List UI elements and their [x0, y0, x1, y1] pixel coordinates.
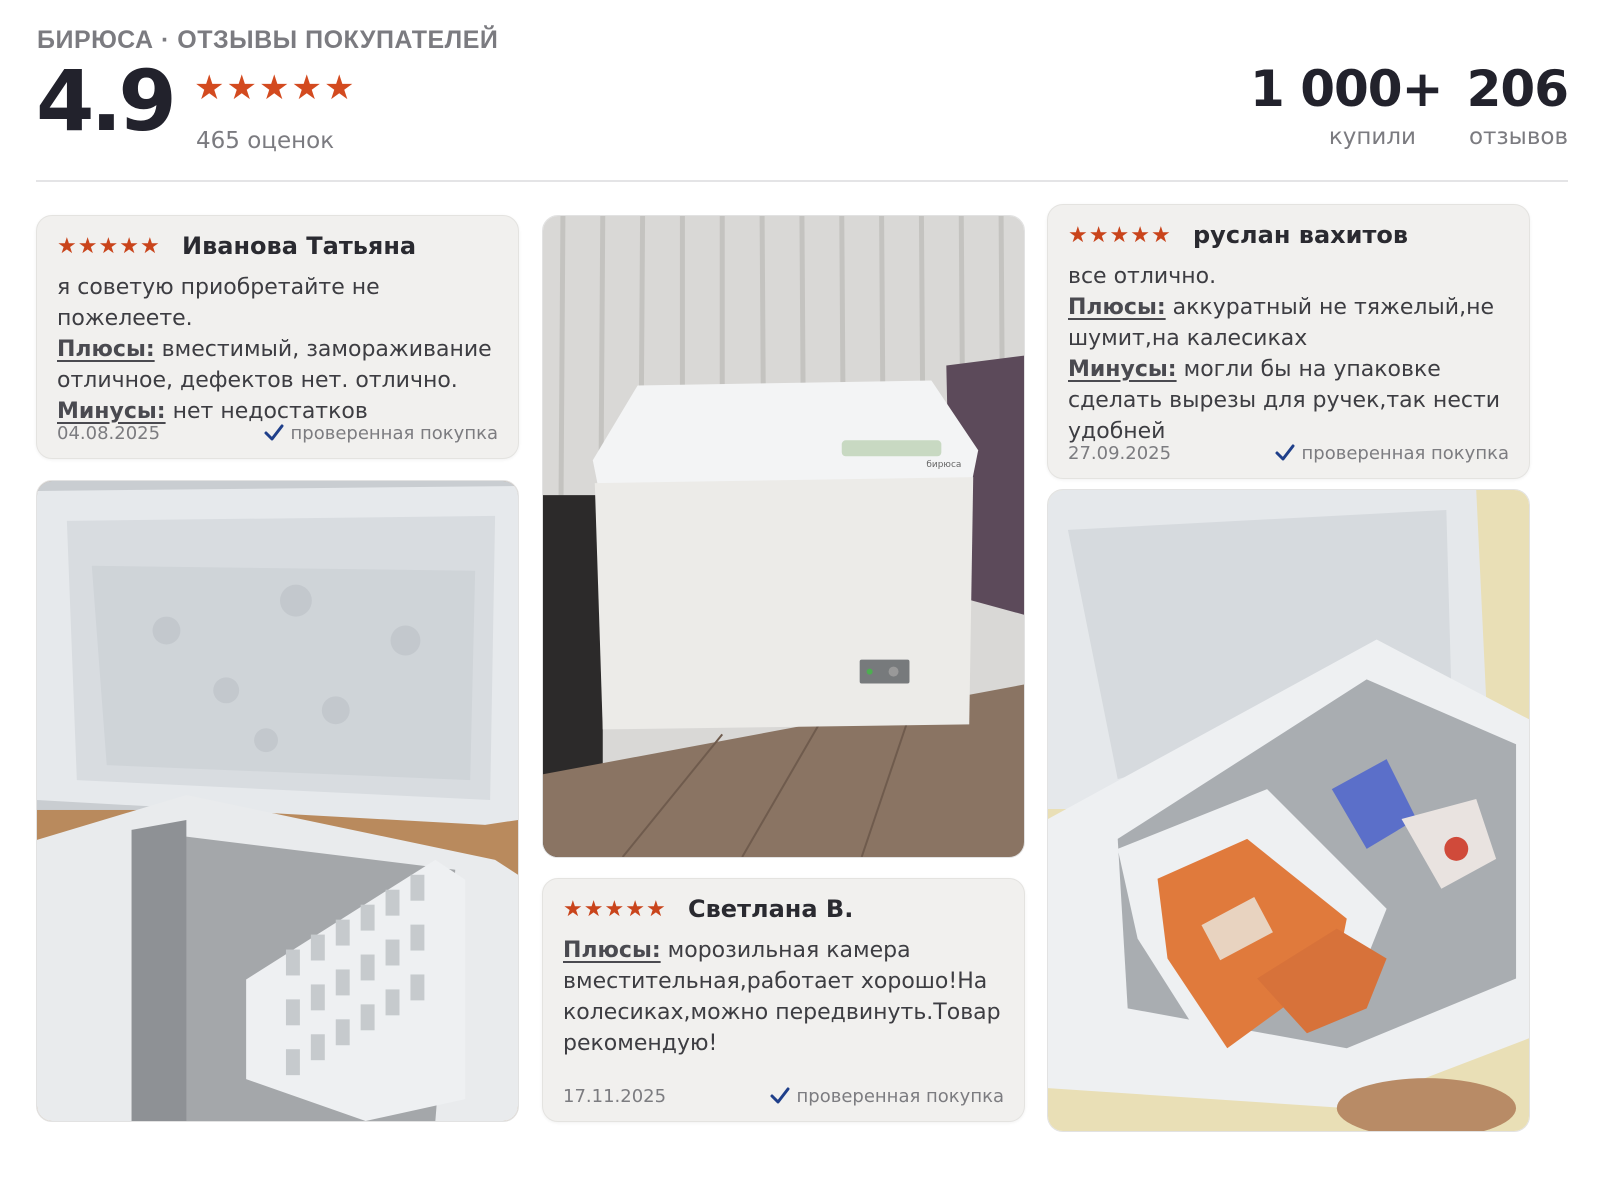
- star-icon: ★: [625, 897, 645, 922]
- stat-reviews: 206 отзывов: [1448, 60, 1569, 150]
- stat-bought-value: 1 000+: [1250, 60, 1443, 118]
- cons-text: нет недостатков: [172, 399, 368, 424]
- star-icon: ★: [194, 68, 225, 108]
- review-author: Светлана В.: [688, 895, 854, 923]
- page-caption: БИРЮСА · ОТЗЫВЫ ПОКУПАТЕЛЕЙ: [37, 26, 499, 54]
- check-icon: [264, 424, 284, 441]
- star-icon: ★: [645, 897, 666, 922]
- star-icon: ★: [1068, 223, 1088, 248]
- header-divider: [36, 180, 1568, 182]
- stat-reviews-label: отзывов: [1468, 124, 1568, 150]
- review-author: Иванова Татьяна: [182, 232, 417, 260]
- review-card[interactable]: ★ ★ ★ ★ ★ руслан вахитов все отлично. Плюсы:…: [1047, 204, 1530, 479]
- verified-label: проверенная покупка: [1301, 442, 1509, 464]
- star-icon: ★: [77, 234, 98, 259]
- verified-label: проверенная покупка: [796, 1085, 1004, 1107]
- pros-label: Плюсы:: [57, 337, 155, 362]
- star-icon: ★: [258, 68, 290, 108]
- star-icon: ★: [57, 234, 77, 259]
- review-body: Плюсы: морозильная камера вместительная,…: [563, 935, 1006, 1059]
- cons-label: Минусы:: [1068, 357, 1177, 382]
- freezer-with-food-image: [1048, 490, 1529, 1131]
- review-photo[interactable]: [36, 480, 519, 1122]
- star-icon: ★: [119, 234, 139, 259]
- verified-badge: проверенная покупка: [769, 1085, 1004, 1107]
- review-author: руслан вахитов: [1193, 221, 1409, 249]
- verified-label: проверенная покупка: [290, 422, 498, 444]
- review-stars: ★ ★ ★ ★ ★: [563, 899, 666, 921]
- star-icon: ★: [139, 234, 160, 259]
- star-icon: ★: [98, 234, 119, 259]
- review-date: 17.11.2025: [563, 1086, 667, 1107]
- star-icon: ★: [1150, 223, 1171, 248]
- pros-label: Плюсы:: [563, 938, 661, 963]
- stat-bought-label: купили: [1328, 124, 1416, 150]
- review-card[interactable]: ★ ★ ★ ★ ★ Светлана В. Плюсы: морозильная кам…: [542, 878, 1025, 1122]
- star-icon: ★: [1130, 223, 1150, 248]
- review-body: я советую приобретайте не пожелеете. Плю…: [57, 272, 500, 427]
- ratings-count: 465 оценок: [196, 128, 335, 154]
- star-icon: ★: [563, 897, 583, 922]
- review-stars: ★ ★ ★ ★ ★: [1068, 225, 1171, 247]
- star-icon: ★: [226, 68, 257, 108]
- star-icon: ★: [583, 897, 604, 922]
- review-photo[interactable]: бирюса: [542, 215, 1025, 858]
- review-body: все отлично. Плюсы: аккуратный не тяжелы…: [1068, 261, 1511, 447]
- freezer-closed-image: бирюса: [543, 216, 1024, 857]
- average-rating: 4.9: [36, 52, 177, 150]
- rating-stars: ★ ★ ★ ★ ★: [194, 70, 354, 106]
- review-photo[interactable]: [1047, 489, 1530, 1132]
- check-icon: [770, 1087, 790, 1104]
- brand-mark: бирюса: [926, 460, 961, 470]
- review-date: 04.08.2025: [57, 423, 161, 444]
- pros-label: Плюсы:: [1068, 295, 1166, 320]
- check-icon: [1275, 444, 1295, 461]
- review-text: я советую приобретайте не пожелеете.: [57, 275, 380, 331]
- star-icon: ★: [291, 68, 322, 108]
- freezer-open-basket-image: [37, 481, 518, 1121]
- star-icon: ★: [1109, 223, 1130, 248]
- review-text: все отлично.: [1068, 264, 1217, 289]
- star-icon: ★: [323, 68, 355, 108]
- stat-reviews-value: 206: [1466, 60, 1569, 118]
- review-date: 27.09.2025: [1068, 443, 1172, 464]
- review-stars: ★ ★ ★ ★ ★: [57, 236, 160, 258]
- stat-bought: 1 000+ купили: [1250, 60, 1443, 150]
- cons-label: Минусы:: [57, 399, 166, 424]
- star-icon: ★: [1088, 223, 1109, 248]
- star-icon: ★: [604, 897, 625, 922]
- verified-badge: проверенная покупка: [1274, 442, 1509, 464]
- verified-badge: проверенная покупка: [263, 422, 498, 444]
- review-card[interactable]: ★ ★ ★ ★ ★ Иванова Татьяна я советую приобрет…: [36, 215, 519, 459]
